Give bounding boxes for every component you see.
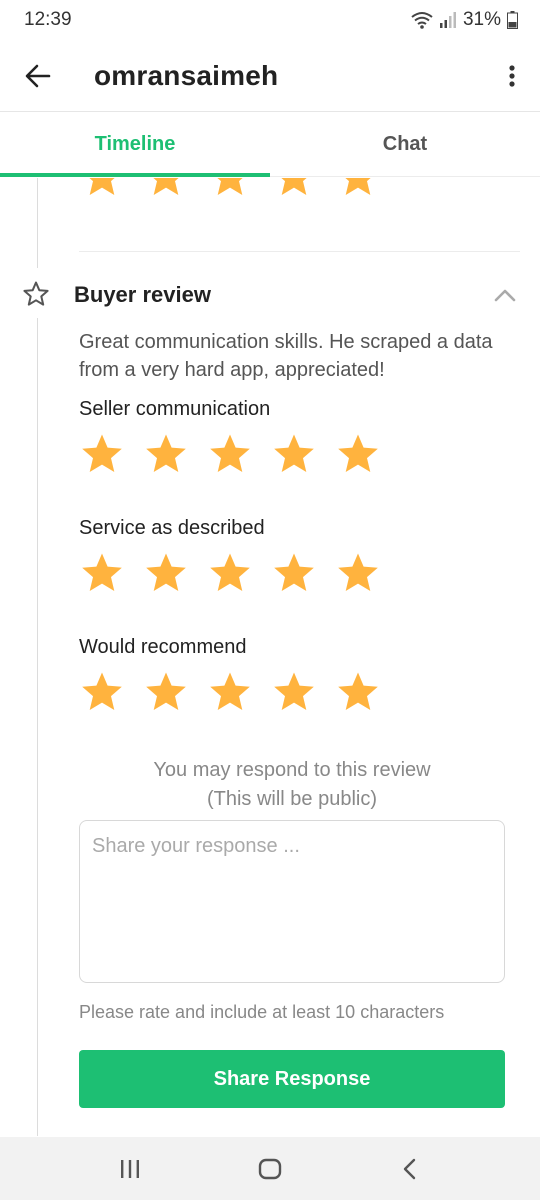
home-icon	[258, 1158, 282, 1179]
star-icon	[146, 553, 186, 591]
tab-chat[interactable]: Chat	[270, 113, 540, 176]
status-bar: 12:39 31%	[0, 0, 540, 40]
timeline-line	[37, 178, 38, 268]
buyer-review-title: Buyer review	[74, 282, 211, 307]
star-icon	[217, 178, 243, 195]
battery-icon	[507, 11, 518, 29]
more-options-button[interactable]	[500, 60, 524, 92]
star-icon	[89, 178, 115, 195]
star-outline-icon	[23, 281, 49, 306]
star-icon	[345, 178, 371, 195]
arrow-left-icon	[25, 64, 51, 87]
star-icon	[274, 672, 314, 710]
chevron-left-icon	[403, 1158, 416, 1179]
star-icon	[82, 434, 122, 472]
response-input[interactable]	[79, 820, 505, 983]
rating-stars-seller-communication	[79, 433, 381, 477]
signal-icon	[439, 12, 456, 28]
star-icon	[274, 434, 314, 472]
star-icon	[82, 672, 122, 710]
tab-bar: Timeline Chat	[0, 113, 540, 177]
star-icon	[210, 553, 250, 591]
timeline-line	[37, 318, 38, 1136]
star-icon	[146, 672, 186, 710]
collapse-button[interactable]	[492, 282, 518, 308]
star-icon	[153, 178, 179, 195]
star-icon	[82, 553, 122, 591]
respond-note: You may respond to this review (This wil…	[79, 756, 505, 814]
tab-timeline[interactable]: Timeline	[0, 113, 270, 177]
review-text: Great communication skills. He scraped a…	[79, 331, 493, 381]
star-icon	[338, 672, 378, 710]
star-icon	[210, 672, 250, 710]
rating-label-seller-communication: Seller communication	[79, 398, 271, 420]
star-icon	[281, 178, 307, 195]
previous-rating-stars	[79, 178, 381, 200]
star-icon	[210, 434, 250, 472]
response-hint: Please rate and include at least 10 char…	[79, 1002, 445, 1022]
timeline-content: Buyer review Great communication skills.…	[0, 178, 540, 1136]
share-response-button[interactable]: Share Response	[79, 1050, 505, 1108]
star-icon	[146, 434, 186, 472]
recent-apps-icon	[121, 1159, 139, 1178]
chevron-up-icon	[494, 289, 516, 302]
wifi-icon	[411, 12, 433, 29]
recent-apps-button[interactable]	[110, 1149, 150, 1189]
rating-stars-service-as-described	[79, 552, 381, 596]
rating-stars-would-recommend	[79, 671, 381, 715]
divider	[79, 251, 520, 252]
back-button[interactable]	[22, 60, 54, 92]
status-icons: 31%	[411, 9, 518, 31]
conversation-title: omransaimeh	[94, 59, 279, 91]
app-bar: omransaimeh	[0, 40, 540, 112]
respond-note-line1: You may respond to this review	[153, 759, 431, 781]
home-button[interactable]	[250, 1149, 290, 1189]
more-vert-icon	[509, 64, 515, 87]
nav-back-button[interactable]	[390, 1149, 430, 1189]
rating-label-service-as-described: Service as described	[79, 517, 265, 539]
buyer-review-header: Buyer review	[0, 278, 540, 312]
rating-label-would-recommend: Would recommend	[79, 636, 247, 658]
star-icon	[338, 434, 378, 472]
system-nav-bar	[0, 1137, 540, 1200]
respond-note-line2: (This will be public)	[206, 788, 378, 810]
battery-percent: 31%	[462, 9, 501, 30]
status-time: 12:39	[24, 9, 72, 30]
star-icon	[338, 553, 378, 591]
star-icon	[274, 553, 314, 591]
